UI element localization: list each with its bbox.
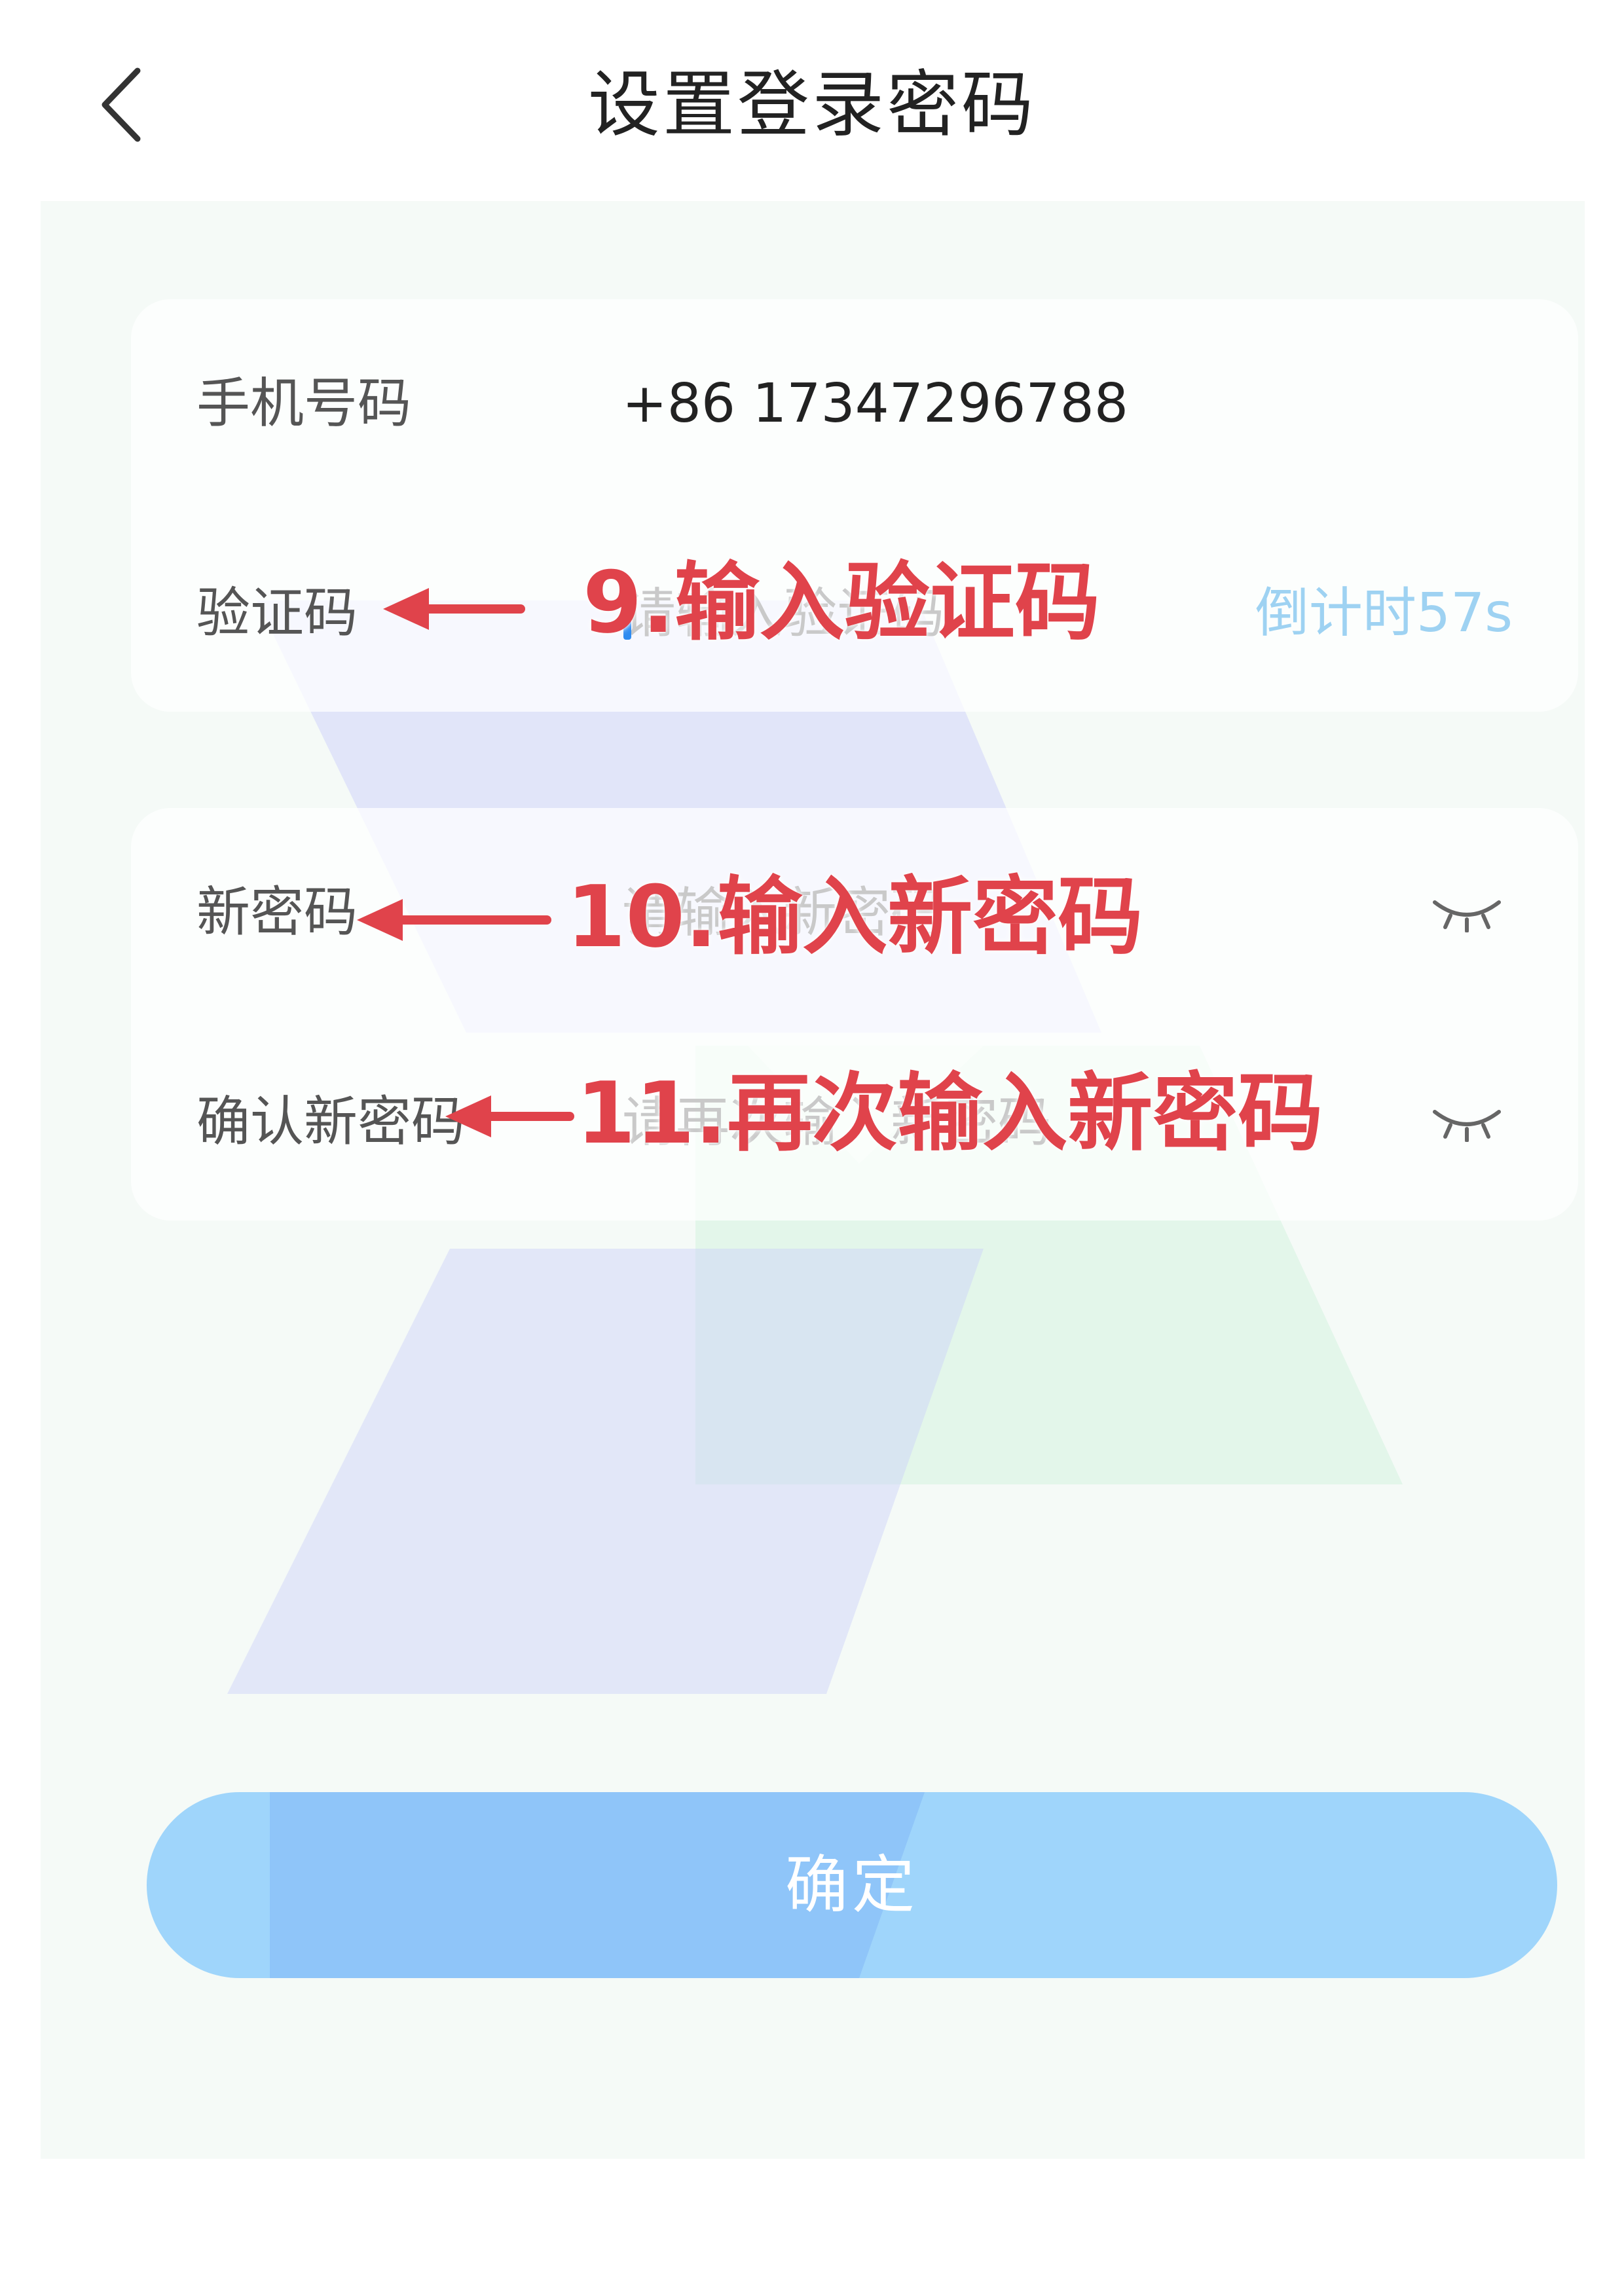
page: 设置登录密码 手机号码 +86 17347296788 验证码 倒计时57s	[0, 0, 1624, 2295]
eye-closed-icon	[1433, 1110, 1501, 1142]
annotation-step-10: 10.输入新密码	[566, 867, 1143, 966]
phone-row: 手机号码 +86 17347296788	[131, 339, 1578, 469]
header: 设置登录密码	[0, 0, 1624, 196]
arrow-left-icon	[357, 899, 551, 941]
countdown-button[interactable]: 倒计时57s	[1255, 548, 1513, 679]
eye-closed-icon	[1433, 900, 1501, 932]
content-area: 手机号码 +86 17347296788 验证码 倒计时57s 新密码	[41, 201, 1585, 2159]
toggle-confirm-password-visibility[interactable]	[1428, 1096, 1506, 1148]
new-password-label: 新密码	[196, 881, 358, 944]
code-label: 验证码	[196, 582, 358, 644]
phone-label: 手机号码	[196, 373, 412, 435]
toggle-new-password-visibility[interactable]	[1428, 887, 1506, 939]
annotation-step-11: 11.再次输入新密码	[576, 1063, 1323, 1163]
arrow-left-icon	[383, 588, 525, 630]
confirm-button[interactable]	[147, 1792, 1557, 1978]
page-title: 设置登录密码	[588, 63, 1036, 147]
arrow-left-icon	[445, 1095, 574, 1137]
annotation-step-9: 9.输入验证码	[583, 553, 1100, 652]
phone-value: +86 17347296788	[622, 373, 1128, 435]
confirm-password-label: 确认新密码	[196, 1091, 466, 1153]
